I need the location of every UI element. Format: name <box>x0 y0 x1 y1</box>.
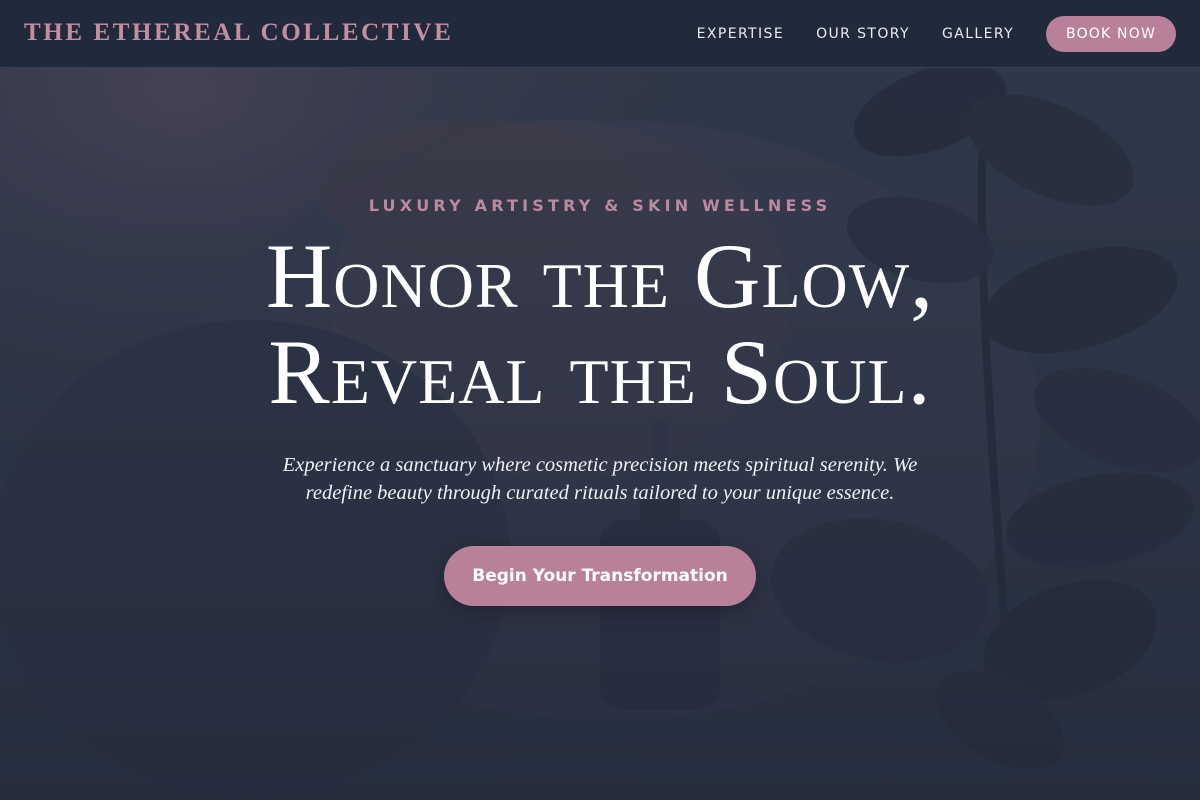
hero-headline: Honor the Glow, Reveal the Soul. <box>0 228 1200 420</box>
hero-description: Experience a sanctuary where cosmetic pr… <box>282 454 918 504</box>
top-navigation-bar: THE ETHEREAL COLLECTIVE EXPERTISE OUR ST… <box>0 0 1200 68</box>
nav-link-our-story[interactable]: OUR STORY <box>816 26 910 42</box>
brand-logo-text[interactable]: THE ETHEREAL COLLECTIVE <box>24 17 453 49</box>
page: THE ETHEREAL COLLECTIVE EXPERTISE OUR ST… <box>0 0 1200 800</box>
nav-link-expertise[interactable]: EXPERTISE <box>697 26 784 42</box>
primary-nav: EXPERTISE OUR STORY GALLERY BOOK NOW <box>697 16 1176 52</box>
book-now-button[interactable]: BOOK NOW <box>1046 16 1176 52</box>
hero-headline-line-1: Honor the Glow, <box>265 225 935 327</box>
hero-section: LUXURY ARTISTRY & SKIN WELLNESS Honor th… <box>0 68 1200 800</box>
hero-headline-line-2: Reveal the Soul. <box>268 321 932 423</box>
hero-eyebrow: LUXURY ARTISTRY & SKIN WELLNESS <box>368 196 832 215</box>
begin-transformation-button[interactable]: Begin Your Transformation <box>444 546 756 606</box>
nav-link-gallery[interactable]: GALLERY <box>942 26 1014 42</box>
